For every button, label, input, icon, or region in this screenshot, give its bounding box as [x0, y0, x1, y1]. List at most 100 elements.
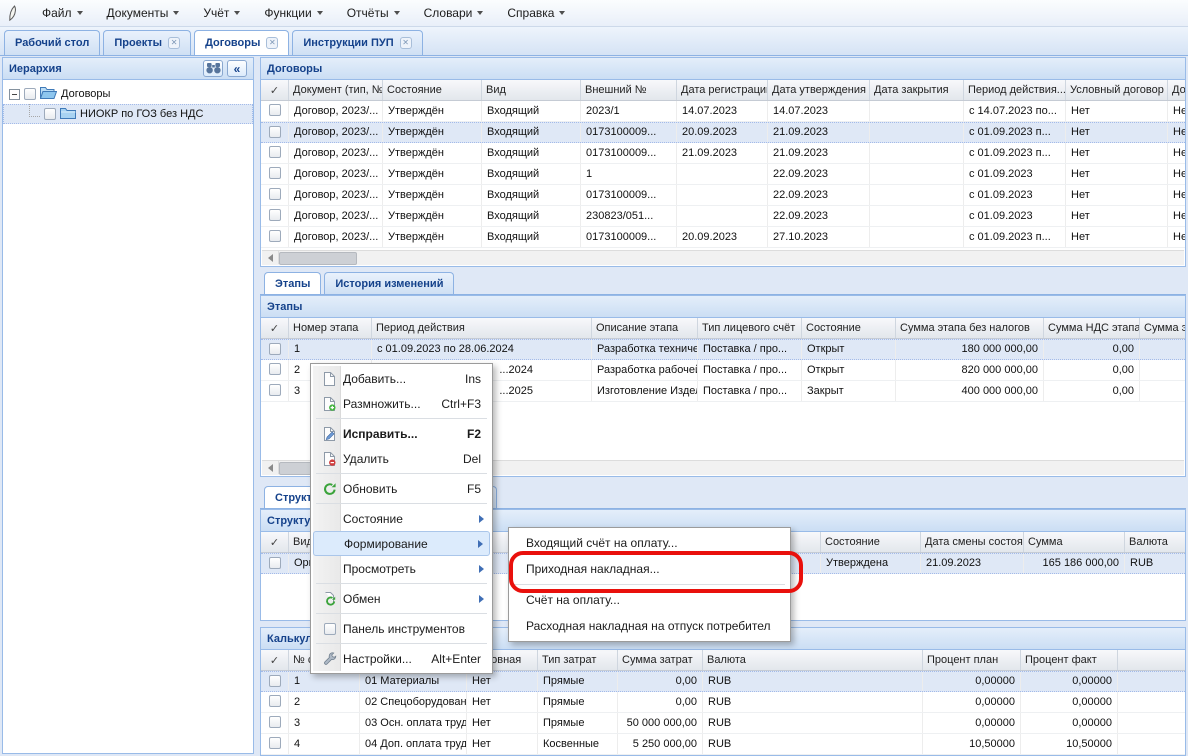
tab-change-history[interactable]: История изменений: [324, 272, 454, 294]
column-header[interactable]: Документ (тип, №: [289, 80, 383, 100]
row-checkbox[interactable]: [269, 146, 281, 158]
menu-item[interactable]: Добавить...Ins: [313, 366, 490, 391]
tab-stages[interactable]: Этапы: [264, 272, 321, 294]
table-row[interactable]: 1с 01.09.2023 по 28.06.2024Разработка те…: [261, 339, 1185, 360]
menubar-item-dictionaries[interactable]: Словари: [413, 2, 495, 24]
row-checkbox[interactable]: [269, 209, 281, 221]
column-header[interactable]: Сумма этапа без налогов: [896, 318, 1044, 338]
close-icon[interactable]: ✕: [168, 37, 180, 49]
menu-item[interactable]: Исправить...F2: [313, 421, 490, 446]
tab-projects[interactable]: Проекты✕: [103, 30, 191, 55]
column-header[interactable]: Состояние: [383, 80, 482, 100]
column-header[interactable]: Состояние: [802, 318, 896, 338]
row-checkbox[interactable]: [269, 230, 281, 242]
search-icon[interactable]: [203, 60, 223, 77]
node-checkbox[interactable]: [24, 88, 36, 100]
table-row[interactable]: 404 Доп. оплата трудаНетКосвенные5 250 0…: [261, 734, 1185, 755]
column-header[interactable]: Дата регистрации...: [677, 80, 768, 100]
menu-item[interactable]: Просмотреть: [313, 556, 490, 581]
row-checkbox[interactable]: [269, 363, 281, 375]
table-row[interactable]: Договор, 2023/...УтверждёнВходящий017310…: [261, 185, 1185, 206]
column-header[interactable]: Валюта: [1125, 532, 1185, 552]
column-header[interactable]: Дата смены состоя: [921, 532, 1024, 552]
scroll-left-button[interactable]: [262, 251, 279, 264]
column-header[interactable]: Тип лицевого счёт: [698, 318, 802, 338]
table-row[interactable]: 202 СпецоборудованиеНетПрямые0,00RUB0,00…: [261, 692, 1185, 713]
menu-item[interactable]: Расходная накладная на отпуск потребител…: [511, 613, 788, 639]
menu-item[interactable]: Настройки...Alt+Enter: [313, 646, 490, 671]
menubar-item-reports[interactable]: Отчёты: [336, 2, 411, 24]
tab-instructions[interactable]: Инструкции ПУП✕: [292, 30, 422, 55]
row-checkbox[interactable]: [269, 557, 281, 569]
row-checkbox[interactable]: [269, 126, 281, 138]
collapse-node-icon[interactable]: [9, 89, 20, 100]
column-header[interactable]: ✓: [261, 532, 289, 552]
column-header[interactable]: ✓: [261, 318, 289, 338]
column-header[interactable]: Дата утверждения: [768, 80, 870, 100]
menu-item[interactable]: Обмен: [313, 586, 490, 611]
tab-contracts[interactable]: Договоры✕: [194, 30, 289, 55]
table-row[interactable]: Договор, 2023/...УтверждёнВходящий230823…: [261, 206, 1185, 227]
menubar-item-functions[interactable]: Функции: [253, 2, 333, 24]
table-row[interactable]: Договор, 2023/...УтверждёнВходящий017310…: [261, 122, 1185, 143]
menu-item[interactable]: Состояние: [313, 506, 490, 531]
row-checkbox[interactable]: [269, 167, 281, 179]
column-header[interactable]: Сумма: [1024, 532, 1125, 552]
menu-item[interactable]: Входящий счёт на оплату...: [511, 530, 788, 556]
column-header[interactable]: Дата закрытия: [870, 80, 964, 100]
column-header[interactable]: Состояние: [821, 532, 921, 552]
menubar-item-file[interactable]: Файл: [31, 2, 94, 24]
column-header[interactable]: Номер этапа: [289, 318, 372, 338]
column-header[interactable]: Валюта: [703, 650, 923, 670]
column-header[interactable]: Внешний №: [581, 80, 677, 100]
table-row[interactable]: Договор, 2023/...УтверждёнВходящий122.09…: [261, 164, 1185, 185]
column-header[interactable]: Процент факт: [1021, 650, 1118, 670]
hscrollbar-thumb[interactable]: [279, 252, 357, 265]
column-header[interactable]: Условный договор: [1066, 80, 1168, 100]
column-header[interactable]: Сумма НДС этапа: [1044, 318, 1140, 338]
menubar-item-help[interactable]: Справка: [496, 2, 576, 24]
table-row[interactable]: Договор, 2023/...УтверждёнВходящий017310…: [261, 227, 1185, 248]
row-checkbox[interactable]: [269, 343, 281, 355]
menubar-item-accounting[interactable]: Учёт: [192, 2, 251, 24]
tab-desktop[interactable]: Рабочий стол: [4, 30, 100, 55]
menu-item[interactable]: Панель инструментов: [313, 616, 490, 641]
table-row[interactable]: 101 МатериалыНетПрямые0,00RUB0,000000,00…: [261, 671, 1185, 692]
column-header[interactable]: Тип затрат: [538, 650, 618, 670]
row-checkbox[interactable]: [269, 716, 281, 728]
collapse-panel-icon[interactable]: «: [227, 60, 247, 77]
menu-item[interactable]: Формирование: [313, 531, 490, 556]
column-header[interactable]: Процент план: [923, 650, 1021, 670]
menubar-item-documents[interactable]: Документы: [96, 2, 191, 24]
column-header[interactable]: Вид: [482, 80, 581, 100]
row-checkbox[interactable]: [269, 695, 281, 707]
column-header[interactable]: Описание этапа: [592, 318, 698, 338]
column-header[interactable]: Сумма эт...: [1140, 318, 1185, 338]
row-checkbox[interactable]: [269, 675, 281, 687]
column-header[interactable]: ✓: [261, 650, 289, 670]
column-header[interactable]: До...: [1168, 80, 1185, 100]
tree-node-contracts[interactable]: Договоры: [3, 84, 253, 104]
table-row[interactable]: Договор, 2023/...УтверждёнВходящий017310…: [261, 143, 1185, 164]
row-checkbox[interactable]: [269, 104, 281, 116]
close-icon[interactable]: ✕: [400, 37, 412, 49]
table-row[interactable]: 303 Осн. оплата трудаНетПрямые50 000 000…: [261, 713, 1185, 734]
close-icon[interactable]: ✕: [266, 37, 278, 49]
row-checkbox[interactable]: [269, 737, 281, 749]
column-header[interactable]: Период действия...: [964, 80, 1066, 100]
menu-item[interactable]: Приходная накладная...: [511, 556, 788, 582]
row-checkbox[interactable]: [269, 188, 281, 200]
tree-node-niokr[interactable]: НИОКР по ГОЗ без НДС: [3, 104, 253, 124]
column-header[interactable]: ✓: [261, 80, 289, 100]
column-header[interactable]: Сумма затрат: [618, 650, 703, 670]
menu-item[interactable]: Размножить...Ctrl+F3: [313, 391, 490, 416]
scroll-left-button[interactable]: [262, 461, 279, 474]
menu-item[interactable]: УдалитьDel: [313, 446, 490, 471]
column-header[interactable]: [1118, 650, 1185, 670]
menu-item[interactable]: ОбновитьF5: [313, 476, 490, 501]
menu-item[interactable]: Счёт на оплату...: [511, 587, 788, 613]
node-checkbox[interactable]: [44, 108, 56, 120]
hscrollbar[interactable]: [262, 250, 1184, 265]
row-checkbox[interactable]: [269, 384, 281, 396]
table-row[interactable]: Договор, 2023/...УтверждёнВходящий2023/1…: [261, 101, 1185, 122]
